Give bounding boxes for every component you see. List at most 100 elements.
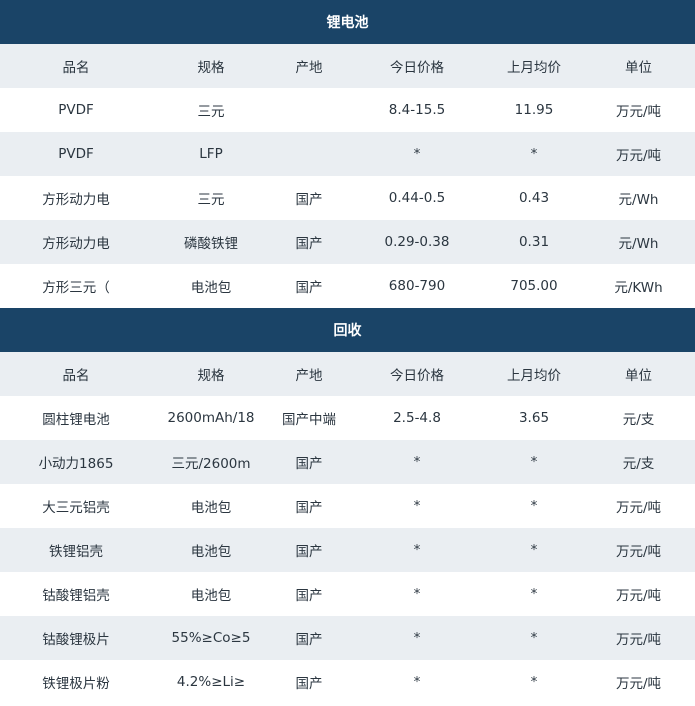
price-table: 锂电池 品名 规格 产地 今日价格 上月均价 单位 PVDF 三元 8.4-15.5… bbox=[0, 0, 695, 704]
cell-name: PVDF bbox=[58, 102, 94, 118]
col-header-spec: 规格 bbox=[197, 60, 225, 76]
cell-unit: 万元/吨 bbox=[615, 676, 662, 692]
cell-last-month-avg: 0.43 bbox=[518, 190, 550, 206]
col-header-spec: 规格 bbox=[197, 368, 225, 384]
column-header-row: 品名 规格 产地 今日价格 上月均价 单位 bbox=[0, 352, 695, 396]
cell-today-price: * bbox=[413, 674, 421, 690]
cell-last-month-avg: * bbox=[530, 674, 538, 690]
cell-last-month-avg: * bbox=[530, 586, 538, 602]
section-header-lithium-battery: 锂电池 bbox=[0, 0, 695, 44]
cell-name: 方形动力电 bbox=[42, 236, 110, 252]
cell-origin: 国产 bbox=[295, 676, 323, 692]
cell-spec: 2600mAh/18 bbox=[167, 410, 255, 426]
cell-name: 方形三元（ bbox=[42, 280, 110, 296]
cell-today-price: * bbox=[413, 542, 421, 558]
cell-today-price: * bbox=[413, 454, 421, 470]
table-row: 铁锂极片粉 4.2%≥Li≥ 国产 * * 万元/吨 bbox=[0, 660, 695, 704]
cell-last-month-avg: 11.95 bbox=[514, 102, 554, 118]
col-header-name: 品名 bbox=[62, 60, 90, 76]
table-row: 钴酸锂极片 55%≥Co≥5 国产 * * 万元/吨 bbox=[0, 616, 695, 660]
table-row: 铁锂铝壳 电池包 国产 * * 万元/吨 bbox=[0, 528, 695, 572]
col-header-last-month-avg: 上月均价 bbox=[507, 368, 561, 384]
cell-spec: LFP bbox=[199, 146, 223, 162]
col-header-last-month-avg: 上月均价 bbox=[507, 60, 561, 76]
cell-name: PVDF bbox=[58, 146, 94, 162]
cell-spec: 三元/2600m bbox=[171, 456, 251, 472]
col-header-origin: 产地 bbox=[295, 60, 323, 76]
cell-spec: 电池包 bbox=[190, 544, 232, 560]
cell-origin: 国产 bbox=[295, 588, 323, 604]
cell-today-price: 8.4-15.5 bbox=[388, 102, 446, 118]
table-row: PVDF LFP * * 万元/吨 bbox=[0, 132, 695, 176]
cell-spec: 电池包 bbox=[190, 280, 232, 296]
section-header-recycling: 回收 bbox=[0, 308, 695, 352]
cell-origin: 国产 bbox=[295, 456, 323, 472]
cell-origin: 国产 bbox=[295, 632, 323, 648]
cell-spec: 三元 bbox=[197, 192, 225, 208]
cell-last-month-avg: * bbox=[530, 498, 538, 514]
cell-today-price: * bbox=[413, 146, 421, 162]
cell-name: 钴酸锂极片 bbox=[42, 632, 110, 648]
cell-today-price: 0.44-0.5 bbox=[388, 190, 446, 206]
cell-spec: 4.2%≥Li≥ bbox=[176, 674, 246, 690]
table-row: 方形三元（ 电池包 国产 680-790 705.00 元/KWh bbox=[0, 264, 695, 308]
col-header-today-price: 今日价格 bbox=[390, 368, 444, 384]
cell-name: 大三元铝壳 bbox=[42, 500, 110, 516]
cell-spec: 电池包 bbox=[190, 500, 232, 516]
col-header-name: 品名 bbox=[62, 368, 90, 384]
cell-unit: 万元/吨 bbox=[615, 588, 662, 604]
cell-unit: 元/Wh bbox=[618, 236, 659, 252]
cell-today-price: * bbox=[413, 630, 421, 646]
cell-today-price: 0.29-0.38 bbox=[384, 234, 450, 250]
cell-origin: 国产 bbox=[295, 280, 323, 296]
section-title: 回收 bbox=[333, 323, 362, 339]
cell-spec: 磷酸铁锂 bbox=[184, 236, 238, 252]
cell-unit: 万元/吨 bbox=[615, 500, 662, 516]
cell-origin: 国产 bbox=[295, 236, 323, 252]
section-title: 锂电池 bbox=[326, 15, 369, 31]
cell-last-month-avg: 0.31 bbox=[518, 234, 550, 250]
table-row: 小动力1865 三元/2600m 国产 * * 元/支 bbox=[0, 440, 695, 484]
column-header-row: 品名 规格 产地 今日价格 上月均价 单位 bbox=[0, 44, 695, 88]
col-header-origin: 产地 bbox=[295, 368, 323, 384]
cell-unit: 万元/吨 bbox=[615, 104, 662, 120]
cell-unit: 元/Wh bbox=[618, 192, 659, 208]
cell-unit: 元/支 bbox=[622, 412, 655, 428]
table-row: 钴酸锂铝壳 电池包 国产 * * 万元/吨 bbox=[0, 572, 695, 616]
cell-origin: 国产 bbox=[295, 192, 323, 208]
col-header-unit: 单位 bbox=[625, 368, 652, 384]
cell-origin: 国产 bbox=[295, 544, 323, 560]
cell-name: 铁锂铝壳 bbox=[49, 544, 103, 560]
table-row: 方形动力电 三元 国产 0.44-0.5 0.43 元/Wh bbox=[0, 176, 695, 220]
cell-name: 方形动力电 bbox=[42, 192, 110, 208]
cell-spec: 三元 bbox=[197, 104, 225, 120]
cell-name: 铁锂极片粉 bbox=[42, 676, 110, 692]
cell-name: 圆柱锂电池 bbox=[42, 412, 110, 428]
cell-last-month-avg: 705.00 bbox=[510, 278, 558, 294]
cell-last-month-avg: * bbox=[530, 542, 538, 558]
cell-spec: 55%≥Co≥5 bbox=[171, 630, 251, 646]
col-header-unit: 单位 bbox=[625, 60, 652, 76]
cell-today-price: * bbox=[413, 498, 421, 514]
col-header-today-price: 今日价格 bbox=[390, 60, 444, 76]
cell-last-month-avg: 3.65 bbox=[518, 410, 550, 426]
table-row: 方形动力电 磷酸铁锂 国产 0.29-0.38 0.31 元/Wh bbox=[0, 220, 695, 264]
cell-unit: 万元/吨 bbox=[615, 148, 662, 164]
cell-unit: 元/KWh bbox=[614, 280, 663, 296]
cell-origin: 国产 bbox=[295, 500, 323, 516]
table-row: 大三元铝壳 电池包 国产 * * 万元/吨 bbox=[0, 484, 695, 528]
cell-unit: 万元/吨 bbox=[615, 632, 662, 648]
cell-name: 小动力1865 bbox=[38, 456, 114, 472]
cell-today-price: * bbox=[413, 586, 421, 602]
table-row: 圆柱锂电池 2600mAh/18 国产中端 2.5-4.8 3.65 元/支 bbox=[0, 396, 695, 440]
cell-unit: 万元/吨 bbox=[615, 544, 662, 560]
cell-today-price: 2.5-4.8 bbox=[393, 410, 441, 426]
cell-last-month-avg: * bbox=[530, 454, 538, 470]
table-row: PVDF 三元 8.4-15.5 11.95 万元/吨 bbox=[0, 88, 695, 132]
cell-unit: 元/支 bbox=[622, 456, 655, 472]
cell-last-month-avg: * bbox=[530, 146, 538, 162]
cell-name: 钴酸锂铝壳 bbox=[42, 588, 110, 604]
cell-spec: 电池包 bbox=[190, 588, 232, 604]
cell-last-month-avg: * bbox=[530, 630, 538, 646]
cell-today-price: 680-790 bbox=[388, 278, 446, 294]
